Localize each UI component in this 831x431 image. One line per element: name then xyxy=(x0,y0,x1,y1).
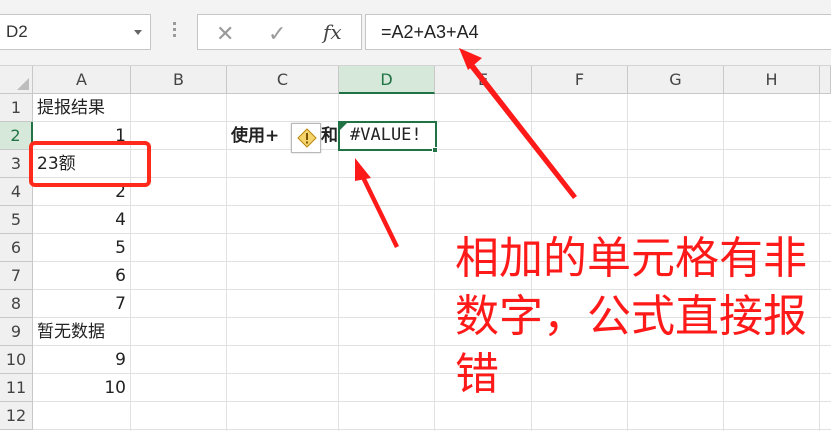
formula-bar-row: D2 ✕ ✓ fx =A2+A3+A4 xyxy=(0,0,831,66)
name-box[interactable]: D2 xyxy=(0,14,151,50)
column-header-d[interactable]: D xyxy=(339,66,435,94)
row-header-1[interactable]: 1 xyxy=(0,94,33,122)
gridline xyxy=(33,429,831,430)
cell-c2[interactable]: 使用+ xyxy=(231,123,291,150)
cell-a9[interactable]: 暂无数据 xyxy=(37,319,130,346)
drag-handle-icon[interactable] xyxy=(173,22,177,42)
formula-text: =A2+A3+A4 xyxy=(381,22,479,42)
formula-input[interactable]: =A2+A3+A4 xyxy=(365,14,831,50)
fill-handle[interactable] xyxy=(432,147,438,153)
cell-a5[interactable]: 4 xyxy=(33,207,130,234)
row-header-8[interactable]: 8 xyxy=(0,290,33,318)
cell-d2-value: #VALUE! xyxy=(350,125,422,145)
insert-function-icon[interactable]: fx xyxy=(323,20,342,44)
row-header-12[interactable]: 12 xyxy=(0,402,33,430)
cell-c2-tail: 和 xyxy=(321,123,338,150)
row-header-5[interactable]: 5 xyxy=(0,206,33,234)
cell-a7[interactable]: 6 xyxy=(33,263,130,290)
column-header-g[interactable]: G xyxy=(628,66,724,94)
row-header-7[interactable]: 7 xyxy=(0,262,33,290)
cell-d2-selected[interactable]: #VALUE! xyxy=(338,121,437,151)
name-box-value: D2 xyxy=(6,22,28,41)
gridline xyxy=(33,205,831,206)
row-header-10[interactable]: 10 xyxy=(0,346,33,374)
cancel-icon[interactable]: ✕ xyxy=(216,21,234,47)
cell-c2-text: 使用+ xyxy=(231,126,280,146)
row-header-11[interactable]: 11 xyxy=(0,374,33,402)
gridline xyxy=(33,177,831,178)
column-header-e[interactable]: E xyxy=(435,66,532,94)
error-indicator-icon xyxy=(340,123,347,130)
formula-buttons: ✕ ✓ fx xyxy=(197,14,362,50)
cell-c2-tail-text: 和 xyxy=(321,126,338,146)
cell-a8[interactable]: 7 xyxy=(33,291,130,318)
row-header-6[interactable]: 6 xyxy=(0,234,33,262)
select-all-corner[interactable] xyxy=(0,66,33,94)
row-header-4[interactable]: 4 xyxy=(0,178,33,206)
annotation-text: 相加的单元格有非数字，公式直接报错 xyxy=(455,233,807,400)
error-warning-button[interactable] xyxy=(291,123,321,153)
column-header-c[interactable]: C xyxy=(227,66,339,94)
cell-a6[interactable]: 5 xyxy=(33,235,130,262)
gridline xyxy=(226,94,227,431)
highlight-box xyxy=(29,141,151,187)
column-header-i[interactable] xyxy=(820,66,831,94)
cell-a10[interactable]: 9 xyxy=(33,347,130,374)
column-header-h[interactable]: H xyxy=(724,66,820,94)
cell-a11[interactable]: 10 xyxy=(33,375,130,402)
cell-a1[interactable]: 提报结果 xyxy=(37,95,130,122)
column-header-f[interactable]: F xyxy=(532,66,628,94)
column-header-a[interactable]: A xyxy=(33,66,131,94)
warning-icon xyxy=(297,128,317,148)
chevron-down-icon[interactable] xyxy=(134,30,142,35)
enter-icon[interactable]: ✓ xyxy=(268,21,286,47)
column-header-b[interactable]: B xyxy=(131,66,227,94)
row-header-9[interactable]: 9 xyxy=(0,318,33,346)
